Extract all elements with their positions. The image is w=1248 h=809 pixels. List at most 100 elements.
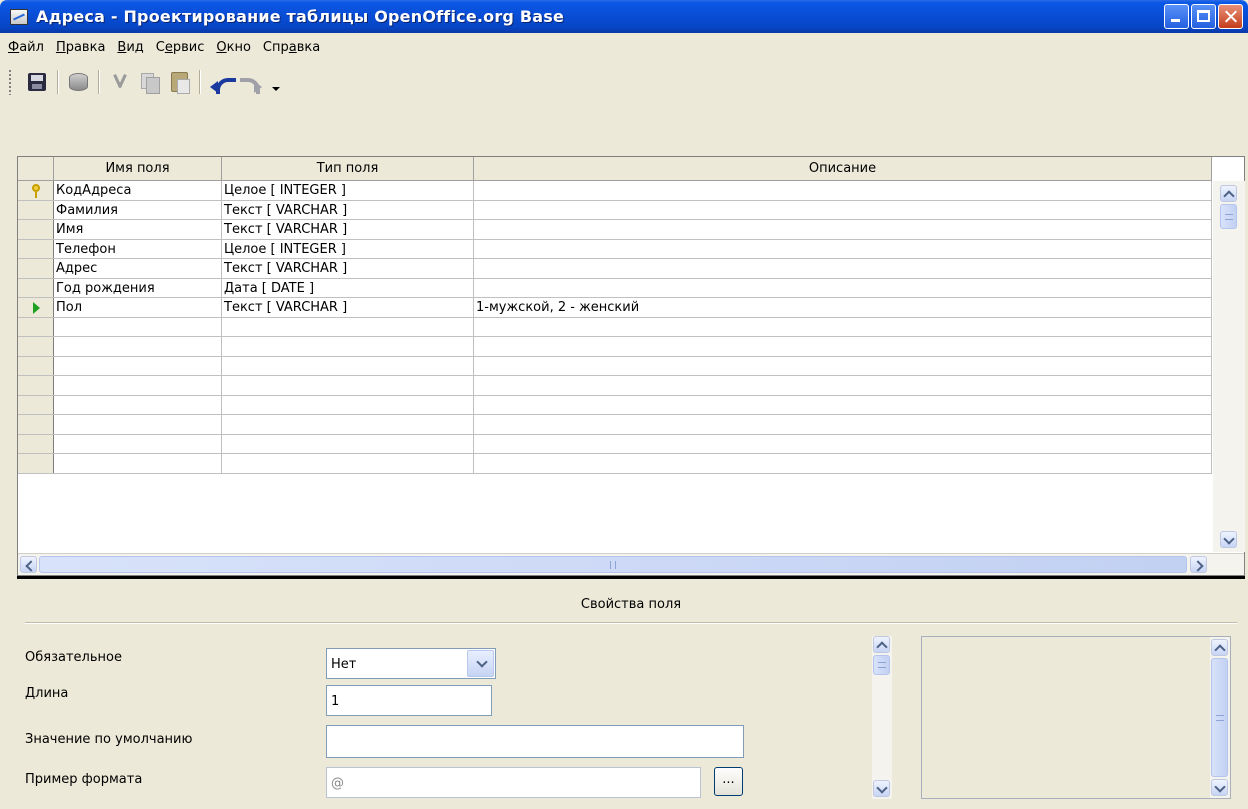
- scroll-down-button[interactable]: [1211, 779, 1228, 796]
- table-row[interactable]: [18, 395, 1212, 415]
- save-button[interactable]: [24, 69, 50, 95]
- openoffice-base-icon[interactable]: [10, 8, 28, 25]
- menu-item-0[interactable]: Файл: [2, 40, 50, 55]
- field-type-cell[interactable]: [222, 356, 474, 375]
- table-row[interactable]: [18, 376, 1212, 396]
- scroll-thumb[interactable]: [873, 655, 890, 675]
- required-select[interactable]: Нет: [326, 648, 496, 679]
- table-row[interactable]: [18, 317, 1212, 337]
- field-type-cell[interactable]: Текст [ VARCHAR ]: [222, 259, 474, 278]
- copy-button[interactable]: [136, 69, 162, 95]
- format-browse-button[interactable]: ...: [714, 767, 743, 796]
- table-row[interactable]: Фамилия Текст [ VARCHAR ]: [18, 200, 1212, 220]
- table-row[interactable]: Год рождения Дата [ DATE ]: [18, 278, 1212, 298]
- field-type-cell[interactable]: [222, 454, 474, 473]
- description-cell[interactable]: [474, 317, 1212, 336]
- table-row[interactable]: [18, 337, 1212, 357]
- field-type-cell[interactable]: [222, 415, 474, 434]
- scroll-thumb[interactable]: [1211, 658, 1228, 777]
- field-type-cell[interactable]: [222, 434, 474, 453]
- field-name-cell[interactable]: [54, 337, 222, 356]
- row-header[interactable]: [18, 356, 54, 375]
- row-header[interactable]: [18, 220, 54, 239]
- grid-vertical-scrollbar[interactable]: [1213, 181, 1245, 552]
- default-value-input[interactable]: [326, 725, 744, 758]
- corner-header-cell[interactable]: [18, 157, 54, 181]
- field-type-cell[interactable]: Текст [ VARCHAR ]: [222, 298, 474, 317]
- pane-splitter[interactable]: [17, 576, 1245, 579]
- field-name-cell[interactable]: [54, 317, 222, 336]
- field-type-cell[interactable]: Дата [ DATE ]: [222, 278, 474, 297]
- row-header[interactable]: [18, 298, 54, 317]
- description-cell[interactable]: [474, 278, 1212, 297]
- toolbar-options-button[interactable]: [269, 67, 281, 97]
- field-name-cell[interactable]: КодАдреса: [54, 181, 222, 200]
- row-header[interactable]: [18, 454, 54, 473]
- required-dropdown-button[interactable]: [467, 650, 494, 677]
- table-row[interactable]: [18, 434, 1212, 454]
- description-cell[interactable]: [474, 376, 1212, 395]
- field-type-cell[interactable]: Текст [ VARCHAR ]: [222, 200, 474, 219]
- row-header[interactable]: [18, 200, 54, 219]
- table-row[interactable]: [18, 454, 1212, 474]
- description-cell[interactable]: 1-мужской, 2 - женский: [474, 298, 1212, 317]
- maximize-button[interactable]: [1191, 4, 1216, 29]
- field-name-cell[interactable]: Адрес: [54, 259, 222, 278]
- field-name-cell[interactable]: [54, 434, 222, 453]
- properties-vertical-scrollbar[interactable]: [872, 636, 892, 799]
- table-row[interactable]: Телефон Целое [ INTEGER ]: [18, 239, 1212, 259]
- field-name-cell[interactable]: Год рождения: [54, 278, 222, 297]
- length-input[interactable]: 1: [326, 685, 492, 716]
- paste-button[interactable]: [166, 69, 192, 95]
- field-name-cell[interactable]: [54, 395, 222, 414]
- row-header[interactable]: [18, 415, 54, 434]
- description-cell[interactable]: [474, 356, 1212, 375]
- column-header-field-type[interactable]: Тип поля: [222, 157, 474, 181]
- field-name-cell[interactable]: Пол: [54, 298, 222, 317]
- row-header[interactable]: [18, 317, 54, 336]
- field-name-cell[interactable]: Имя: [54, 220, 222, 239]
- field-type-cell[interactable]: [222, 317, 474, 336]
- column-header-description[interactable]: Описание: [474, 157, 1212, 181]
- database-button[interactable]: [65, 69, 91, 95]
- toolbar-grip-handle[interactable]: [8, 69, 12, 95]
- row-header[interactable]: [18, 259, 54, 278]
- grid-horizontal-scrollbar[interactable]: [18, 553, 1244, 575]
- row-header[interactable]: [18, 337, 54, 356]
- field-name-cell[interactable]: Фамилия: [54, 200, 222, 219]
- row-header[interactable]: [18, 395, 54, 414]
- description-cell[interactable]: [474, 181, 1212, 200]
- menu-item-1[interactable]: Правка: [50, 40, 111, 55]
- field-name-cell[interactable]: [54, 376, 222, 395]
- field-type-cell[interactable]: Текст [ VARCHAR ]: [222, 220, 474, 239]
- field-name-cell[interactable]: [54, 415, 222, 434]
- description-cell[interactable]: [474, 220, 1212, 239]
- scroll-up-button[interactable]: [1211, 639, 1228, 656]
- table-row[interactable]: КодАдреса Целое [ INTEGER ]: [18, 181, 1212, 201]
- row-header[interactable]: [18, 239, 54, 258]
- description-cell[interactable]: [474, 239, 1212, 258]
- redo-button[interactable]: [237, 69, 263, 95]
- row-header[interactable]: [18, 376, 54, 395]
- help-vertical-scrollbar[interactable]: [1210, 637, 1230, 798]
- field-type-cell[interactable]: [222, 337, 474, 356]
- undo-button[interactable]: [207, 69, 233, 95]
- scroll-thumb[interactable]: [1220, 204, 1237, 229]
- scroll-down-button[interactable]: [1220, 531, 1237, 548]
- description-cell[interactable]: [474, 200, 1212, 219]
- field-name-cell[interactable]: [54, 454, 222, 473]
- row-header[interactable]: [18, 278, 54, 297]
- description-cell[interactable]: [474, 454, 1212, 473]
- description-cell[interactable]: [474, 337, 1212, 356]
- description-cell[interactable]: [474, 434, 1212, 453]
- scroll-down-button[interactable]: [873, 780, 890, 797]
- table-row[interactable]: Пол Текст [ VARCHAR ] 1-мужской, 2 - женск…: [18, 298, 1212, 318]
- table-row[interactable]: [18, 356, 1212, 376]
- description-cell[interactable]: [474, 415, 1212, 434]
- column-header-field-name[interactable]: Имя поля: [54, 157, 222, 181]
- table-row[interactable]: Адрес Текст [ VARCHAR ]: [18, 259, 1212, 279]
- field-name-cell[interactable]: [54, 356, 222, 375]
- close-button[interactable]: [1218, 4, 1243, 29]
- description-cell[interactable]: [474, 395, 1212, 414]
- table-row[interactable]: [18, 415, 1212, 435]
